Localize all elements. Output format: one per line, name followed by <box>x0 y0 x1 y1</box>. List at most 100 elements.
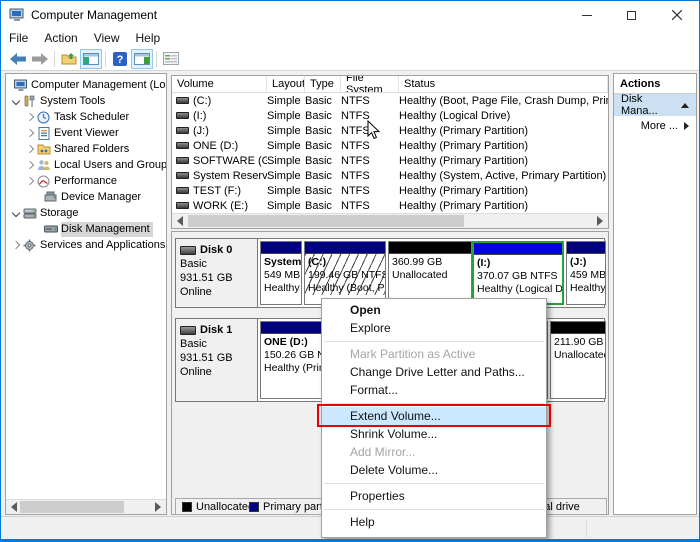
volume-row[interactable]: TEST (F:) SimpleBasic NTFSHealthy (Prima… <box>172 183 608 198</box>
sidebar-item-task-scheduler[interactable]: Task Scheduler <box>6 109 166 125</box>
menu-view[interactable]: View <box>86 29 128 47</box>
chevron-collapsed-icon[interactable] <box>26 113 34 121</box>
sidebar-item-device-manager[interactable]: Device Manager <box>6 189 166 205</box>
help-icon[interactable]: ? <box>109 49 131 69</box>
partition-c[interactable]: (C:)199.46 GB NTFSHealthy (Boot, Page Fi… <box>304 241 386 305</box>
event-viewer-icon <box>36 126 51 140</box>
volume-icon <box>176 187 189 194</box>
mouse-cursor <box>367 120 380 140</box>
scroll-left-icon[interactable] <box>11 502 17 512</box>
unallocated-swatch <box>182 502 192 512</box>
up-folder-icon[interactable] <box>58 49 80 69</box>
sidebar-item-disk-management[interactable]: Disk Management <box>6 221 166 237</box>
sidebar-item-services-and-applications[interactable]: Services and Applications <box>6 237 166 253</box>
performance-icon <box>36 174 51 188</box>
partition-unallocated-disk1[interactable]: 211.90 GBUnallocated <box>550 321 606 399</box>
menu-item-open[interactable]: Open <box>322 301 546 319</box>
chevron-expanded-icon[interactable] <box>12 97 20 105</box>
volume-icon <box>176 202 189 209</box>
volume-icon <box>176 142 189 149</box>
close-button[interactable] <box>654 1 699 29</box>
show-action-pane-icon[interactable] <box>131 49 153 69</box>
scrollbar-thumb[interactable] <box>188 215 464 227</box>
chevron-collapsed-icon[interactable] <box>12 241 20 249</box>
scroll-left-icon[interactable] <box>177 216 183 226</box>
chevron-collapsed-icon[interactable] <box>26 177 34 185</box>
disk-1-info[interactable]: Disk 1 Basic 931.51 GB Online <box>176 319 258 401</box>
menu-item-shrink-volume[interactable]: Shrink Volume... <box>322 425 546 443</box>
menu-item-format[interactable]: Format... <box>322 381 546 399</box>
sidebar-item-event-viewer[interactable]: Event Viewer <box>6 125 166 141</box>
volume-list-horizontal-scrollbar[interactable] <box>172 213 608 228</box>
actions-disk-management-group[interactable]: Disk Mana... <box>614 94 696 116</box>
menu-help[interactable]: Help <box>128 29 169 47</box>
sidebar-item-system-tools[interactable]: System Tools <box>6 93 166 109</box>
maximize-button[interactable] <box>609 1 654 29</box>
menu-bar: File Action View Help <box>1 29 699 47</box>
volume-row[interactable]: SOFTWARE (G:) SimpleBasic NTFSHealthy (P… <box>172 153 608 168</box>
sidebar-item-performance[interactable]: Performance <box>6 173 166 189</box>
volume-row[interactable]: (C:) SimpleBasic NTFSHealthy (Boot, Page… <box>172 93 608 108</box>
tree-horizontal-scrollbar[interactable] <box>6 499 166 514</box>
primary-partition-swatch <box>249 502 259 512</box>
menu-item-explore[interactable]: Explore <box>322 319 546 337</box>
scrollbar-thumb[interactable] <box>20 501 124 513</box>
volume-list-panel: Volume Layout Type File System Status (C… <box>171 75 609 229</box>
volume-row[interactable]: WORK (E:) SimpleBasic NTFSHealthy (Prima… <box>172 198 608 213</box>
disk-0-info[interactable]: Disk 0 Basic 931.51 GB Online <box>176 239 258 307</box>
device-manager-icon <box>43 190 58 204</box>
menu-item-help[interactable]: Help <box>322 513 546 531</box>
scroll-right-icon[interactable] <box>597 216 603 226</box>
services-applications-icon <box>22 238 37 252</box>
menu-item-properties[interactable]: Properties <box>322 487 546 505</box>
menu-separator <box>324 509 544 510</box>
column-header-type[interactable]: Type <box>305 76 341 92</box>
logical-drive-bar <box>474 243 562 255</box>
toolbar: ? <box>1 47 699 71</box>
system-tools-icon <box>22 94 37 108</box>
window-title: Computer Management <box>31 8 157 22</box>
sidebar-item-local-users-and-groups[interactable]: Local Users and Groups <box>6 157 166 173</box>
menu-item-delete-volume[interactable]: Delete Volume... <box>322 461 546 479</box>
menu-action[interactable]: Action <box>36 29 85 47</box>
sidebar-item-storage[interactable]: Storage <box>6 205 166 221</box>
column-header-file-system[interactable]: File System <box>341 76 399 92</box>
properties-dialog-icon[interactable] <box>160 49 182 69</box>
volume-row[interactable]: System Reserved SimpleBasic NTFSHealthy … <box>172 168 608 183</box>
volume-row[interactable]: (J:) SimpleBasic NTFSHealthy (Primary Pa… <box>172 123 608 138</box>
menu-item-change-drive-letter[interactable]: Change Drive Letter and Paths... <box>322 363 546 381</box>
chevron-collapsed-icon[interactable] <box>26 145 34 153</box>
volume-icon <box>176 112 189 119</box>
show-console-tree-icon[interactable] <box>80 49 102 69</box>
sidebar-item-computer-management[interactable]: Computer Management (Local) <box>6 77 166 93</box>
partition-unallocated-disk0[interactable]: 360.99 GBUnallocated <box>388 241 472 305</box>
expand-arrow-icon[interactable] <box>684 122 689 130</box>
column-header-status[interactable]: Status <box>399 76 608 92</box>
disk-icon <box>180 326 196 335</box>
volume-row[interactable]: (I:) SimpleBasic NTFSHealthy (Logical Dr… <box>172 108 608 123</box>
partition-j[interactable]: (J:)459 MB NTFSHealthy (Primary Partitio… <box>566 241 606 305</box>
volume-list-header: Volume Layout Type File System Status <box>172 76 608 93</box>
back-arrow-icon[interactable] <box>7 49 29 69</box>
volume-icon <box>176 172 189 179</box>
forward-arrow-icon[interactable] <box>29 49 51 69</box>
minimize-button[interactable] <box>564 1 609 29</box>
collapse-arrow-icon[interactable] <box>681 103 689 108</box>
column-header-volume[interactable]: Volume <box>172 76 267 92</box>
chevron-collapsed-icon[interactable] <box>26 129 34 137</box>
menu-file[interactable]: File <box>1 29 36 47</box>
partition-system-reserved[interactable]: System Reserved549 MB NTFSHealthy (Syste… <box>260 241 302 305</box>
volume-row[interactable]: ONE (D:) SimpleBasic NTFSHealthy (Primar… <box>172 138 608 153</box>
unallocated-bar <box>389 242 471 254</box>
column-header-layout[interactable]: Layout <box>267 76 305 92</box>
volume-icon <box>176 127 189 134</box>
chevron-collapsed-icon[interactable] <box>26 161 34 169</box>
actions-more[interactable]: More ... <box>614 116 696 136</box>
sidebar-item-shared-folders[interactable]: Shared Folders <box>6 141 166 157</box>
scroll-right-icon[interactable] <box>155 502 161 512</box>
chevron-expanded-icon[interactable] <box>12 209 20 217</box>
volume-icon <box>176 97 189 104</box>
svg-text:?: ? <box>117 54 124 66</box>
partition-i-selected[interactable]: (I:)370.07 GB NTFSHealthy (Logical Drive… <box>472 241 564 305</box>
local-users-groups-icon <box>36 158 51 172</box>
